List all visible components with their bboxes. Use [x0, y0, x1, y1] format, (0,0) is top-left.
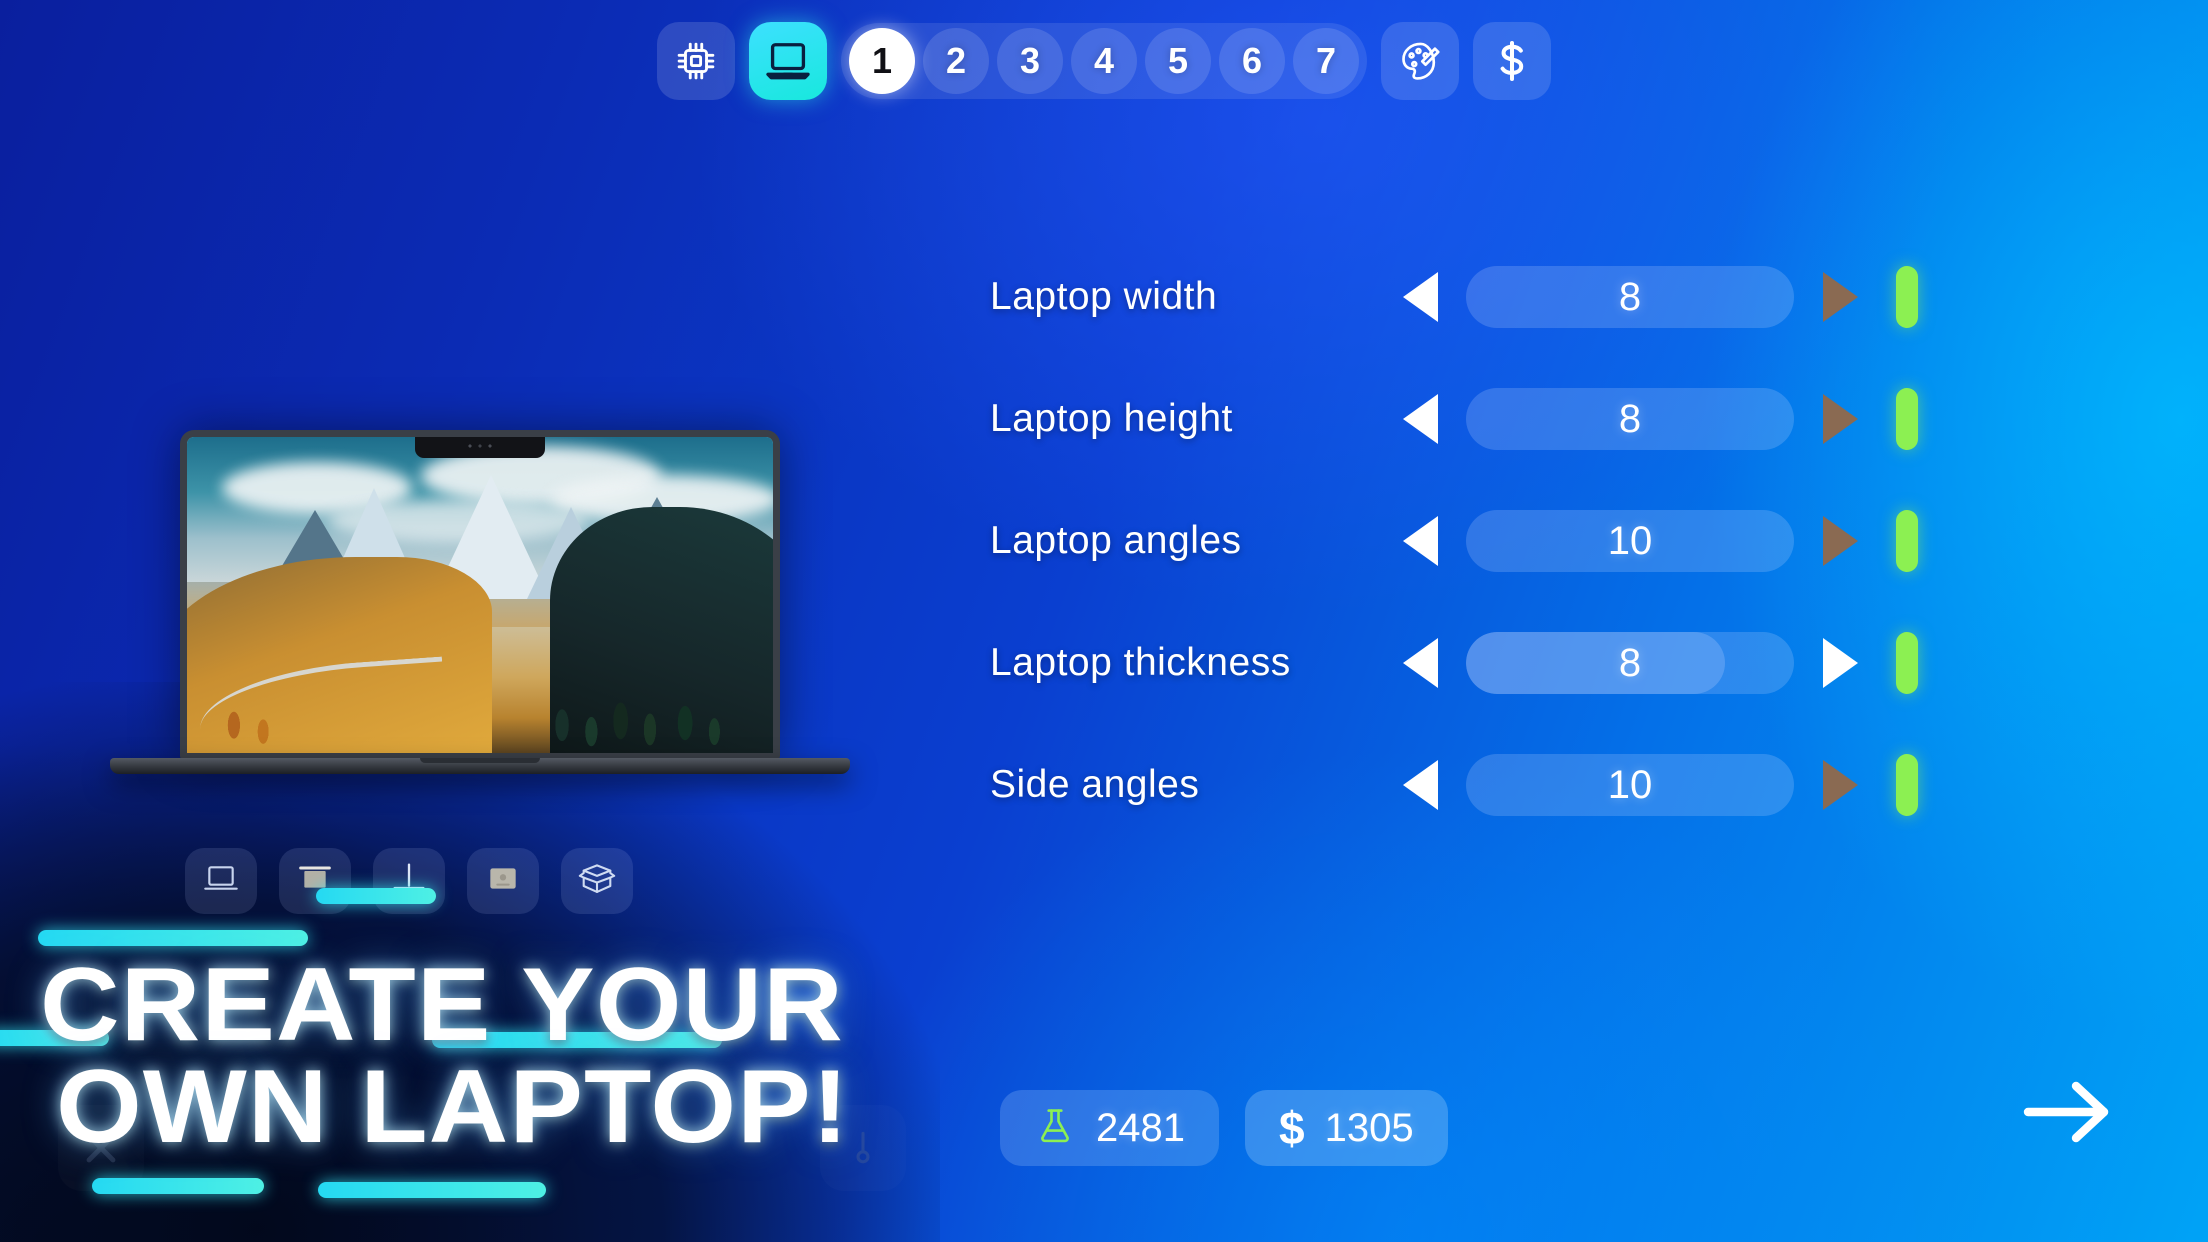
headline-line-1: CREATE YOUR — [40, 947, 844, 1063]
headline-deco-bar — [92, 1178, 264, 1194]
parameter-label: Laptop angles — [990, 519, 1242, 562]
laptop-base — [110, 758, 850, 774]
parameter-row-laptop-thickness: Laptop thickness 8 — [990, 602, 2110, 724]
level-indicator — [1896, 754, 1918, 816]
increment-button-laptop-thickness[interactable] — [1810, 633, 1870, 693]
components-tab-button[interactable] — [657, 22, 735, 100]
decrement-button-laptop-thickness[interactable] — [1390, 633, 1450, 693]
next-button[interactable] — [2020, 1078, 2116, 1150]
view-mode-screen-front[interactable] — [279, 848, 351, 914]
view-mode-side[interactable] — [373, 848, 445, 914]
parameter-row-laptop-width: Laptop width 8 — [990, 236, 2110, 358]
open-box-icon — [576, 858, 618, 905]
currency-bar: 2481 $ 1305 — [1000, 1090, 1448, 1166]
parameter-value-bar-laptop-angles[interactable]: 10 — [1466, 510, 1794, 572]
increment-button-laptop-angles[interactable] — [1810, 511, 1870, 571]
research-points-badge[interactable]: 2481 — [1000, 1090, 1219, 1166]
laptop-open-icon — [201, 859, 241, 904]
increment-button-side-angles[interactable] — [1810, 755, 1870, 815]
level-indicator — [1896, 266, 1918, 328]
cpu-chip-icon — [673, 38, 719, 84]
decrement-button-laptop-width[interactable] — [1390, 267, 1450, 327]
parameter-label: Laptop height — [990, 397, 1233, 440]
laptop-icon — [763, 36, 813, 86]
decrement-button-laptop-angles[interactable] — [1390, 511, 1450, 571]
money-badge[interactable]: $ 1305 — [1244, 1090, 1448, 1166]
headline-deco-bar — [316, 888, 436, 904]
laptop-builder-screen: 1 2 3 4 5 6 7 CREATE YOUR OWN LAPTOP! La… — [0, 0, 2208, 1242]
money-value: 1305 — [1324, 1105, 1414, 1150]
arrow-left-icon — [1402, 638, 1438, 688]
flask-icon — [1034, 1105, 1076, 1152]
laptop-base-notch — [420, 758, 540, 763]
parameter-label: Laptop width — [990, 275, 1218, 318]
decrement-button-laptop-height[interactable] — [1390, 389, 1450, 449]
headline: CREATE YOUR OWN LAPTOP! — [40, 953, 920, 1159]
step-button-1[interactable]: 1 — [849, 28, 915, 94]
pricing-tab-button[interactable] — [1473, 22, 1551, 100]
parameter-label: Side angles — [990, 763, 1200, 806]
top-tab-bar: 1 2 3 4 5 6 7 — [0, 22, 2208, 100]
headline-line-2: OWN LAPTOP! — [56, 1048, 850, 1165]
step-button-7[interactable]: 7 — [1293, 28, 1359, 94]
parameter-row-laptop-angles: Laptop angles 10 — [990, 480, 2110, 602]
research-points-value: 2481 — [1096, 1105, 1185, 1150]
parameter-value-bar-side-angles[interactable]: 10 — [1466, 754, 1794, 816]
level-indicator — [1896, 510, 1918, 572]
arrow-left-icon — [1402, 394, 1438, 444]
dollar-icon — [1489, 38, 1535, 84]
parameter-value: 8 — [1618, 640, 1642, 685]
parameter-label: Laptop thickness — [990, 641, 1291, 684]
arrow-left-icon — [1402, 760, 1438, 810]
design-tab-button[interactable] — [1381, 22, 1459, 100]
wallpaper-trees — [187, 645, 773, 753]
parameter-value: 10 — [1607, 762, 1653, 807]
arrow-right-icon — [1822, 638, 1858, 688]
increment-button-laptop-height[interactable] — [1810, 389, 1870, 449]
parameter-value: 8 — [1618, 274, 1642, 319]
step-button-4[interactable]: 4 — [1071, 28, 1137, 94]
parameter-row-laptop-height: Laptop height 8 — [990, 358, 2110, 480]
arrow-right-icon — [1822, 394, 1858, 444]
headline-deco-bar — [318, 1182, 546, 1198]
arrow-right-icon — [1822, 760, 1858, 810]
step-button-5[interactable]: 5 — [1145, 28, 1211, 94]
step-button-2[interactable]: 2 — [923, 28, 989, 94]
dollar-icon: $ — [1278, 1102, 1305, 1154]
view-mode-lid-back[interactable] — [467, 848, 539, 914]
parameter-value-bar-laptop-width[interactable]: 8 — [1466, 266, 1794, 328]
level-indicator — [1896, 388, 1918, 450]
arrow-right-icon — [1822, 272, 1858, 322]
view-mode-bar — [185, 848, 633, 914]
parameter-row-side-angles: Side angles 10 — [990, 724, 2110, 846]
step-indicator-group: 1 2 3 4 5 6 7 — [841, 23, 1367, 99]
decrement-button-side-angles[interactable] — [1390, 755, 1450, 815]
step-button-3[interactable]: 3 — [997, 28, 1063, 94]
paint-palette-icon — [1397, 38, 1443, 84]
level-indicator — [1896, 632, 1918, 694]
webcam-dots-icon — [467, 443, 493, 449]
parameter-value: 8 — [1618, 396, 1642, 441]
webcam-notch — [415, 437, 545, 458]
laptop-body — [180, 430, 780, 760]
value-fill — [1466, 632, 1726, 694]
headline-deco-bar — [38, 930, 308, 946]
arrow-left-icon — [1402, 516, 1438, 566]
laptop-preview — [110, 430, 870, 800]
laptop-lid-icon — [483, 859, 523, 904]
parameter-value-bar-laptop-thickness[interactable]: 8 — [1466, 632, 1794, 694]
arrow-left-icon — [1402, 272, 1438, 322]
view-mode-laptop-open[interactable] — [185, 848, 257, 914]
arrow-right-icon — [1822, 516, 1858, 566]
parameter-value-bar-laptop-height[interactable]: 8 — [1466, 388, 1794, 450]
arrow-right-icon — [2022, 1077, 2114, 1152]
device-tab-button[interactable] — [749, 22, 827, 100]
laptop-screen — [187, 437, 773, 753]
parameter-value: 10 — [1607, 518, 1653, 563]
increment-button-laptop-width[interactable] — [1810, 267, 1870, 327]
step-button-6[interactable]: 6 — [1219, 28, 1285, 94]
view-mode-package[interactable] — [561, 848, 633, 914]
parameter-list: Laptop width 8 Laptop height 8 Laptop an… — [990, 236, 2110, 846]
